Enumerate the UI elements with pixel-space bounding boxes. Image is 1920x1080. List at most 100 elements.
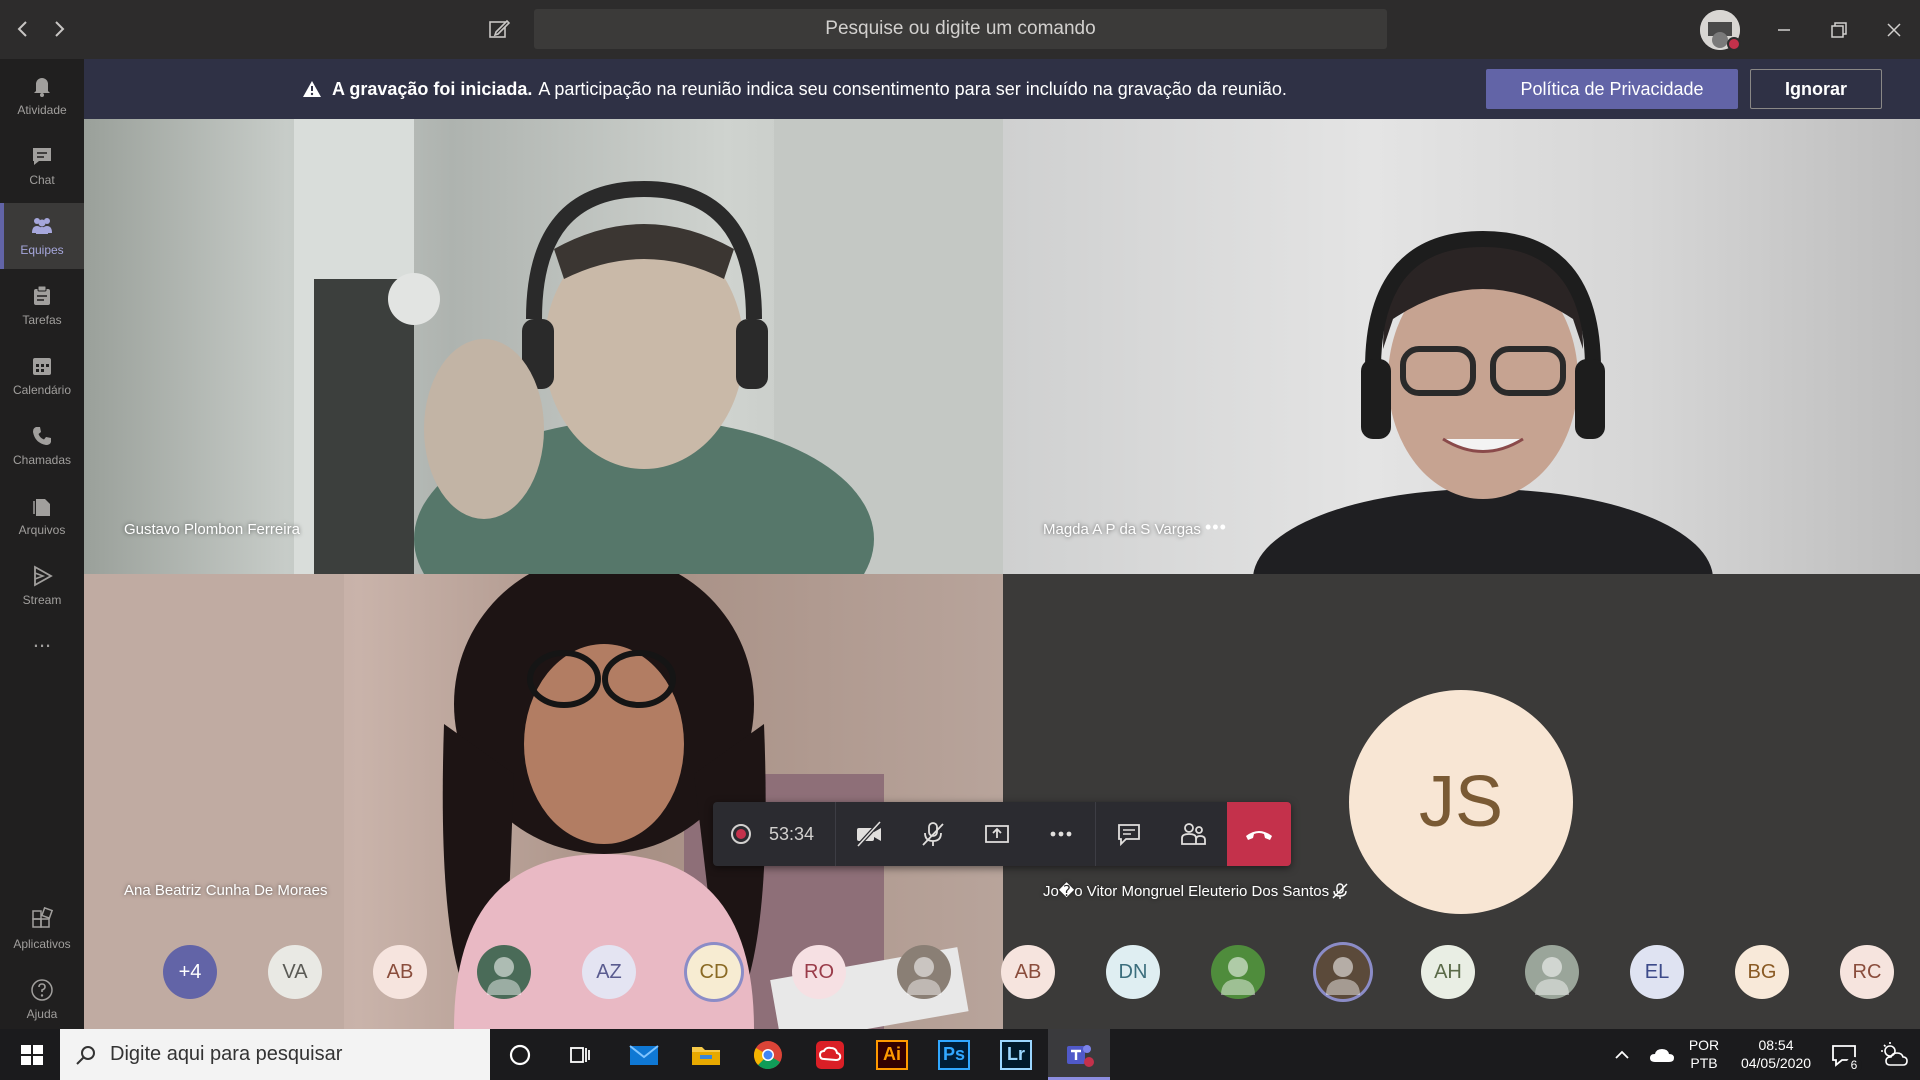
- start-button[interactable]: [14, 1037, 50, 1073]
- mic-toggle-button[interactable]: [901, 802, 965, 866]
- notification-center-button[interactable]: 6: [1826, 1037, 1862, 1073]
- input-language-button[interactable]: POR PTB: [1680, 1036, 1728, 1072]
- cloud-icon: [1650, 1049, 1674, 1062]
- chevron-right-icon: [55, 21, 65, 37]
- privacy-policy-button[interactable]: Política de Privacidade: [1486, 69, 1738, 109]
- onedrive-button[interactable]: [1644, 1037, 1680, 1073]
- banner-message: A gravação foi iniciada. A participação n…: [332, 59, 1287, 119]
- photoshop-button[interactable]: Ps: [936, 1037, 972, 1073]
- chrome-icon: [754, 1041, 782, 1070]
- rail-item-apps[interactable]: Aplicativos: [0, 897, 84, 963]
- show-conversation-button[interactable]: [1097, 802, 1161, 866]
- call-timer: 53:34: [769, 824, 815, 844]
- creative-cloud-button[interactable]: [812, 1037, 848, 1073]
- camera-toggle-button[interactable]: [837, 802, 901, 866]
- participant-avatar[interactable]: AB: [373, 945, 427, 999]
- windows-logo-icon: [21, 1045, 43, 1065]
- more-options-icon[interactable]: •••: [1205, 517, 1227, 538]
- hang-up-button[interactable]: [1227, 802, 1291, 866]
- participant-avatar[interactable]: EL: [1630, 945, 1684, 999]
- title-bar: Pesquise ou digite um comando: [0, 0, 1920, 59]
- cortana-button[interactable]: [502, 1037, 538, 1073]
- compose-icon: [489, 19, 511, 38]
- show-hidden-icons-button[interactable]: [1604, 1037, 1640, 1073]
- participant-avatar[interactable]: BG: [1735, 945, 1789, 999]
- teams-taskbar-button[interactable]: [1048, 1029, 1110, 1080]
- apps-icon: [32, 907, 54, 928]
- weather-button[interactable]: [1876, 1037, 1912, 1073]
- lightroom-button[interactable]: Lr: [998, 1037, 1034, 1073]
- rail-item-activity[interactable]: Atividade: [0, 63, 84, 129]
- rail-item-teams[interactable]: Equipes: [0, 203, 84, 269]
- banner-title: A gravação foi iniciada.: [332, 79, 533, 99]
- taskbar-search-input[interactable]: Digite aqui para pesquisar: [60, 1029, 490, 1080]
- show-participants-button[interactable]: [1161, 802, 1225, 866]
- participant-avatar[interactable]: AB: [1001, 945, 1055, 999]
- video-tile-magda[interactable]: Magda A P da S Vargas •••: [1003, 119, 1920, 574]
- share-screen-button[interactable]: [965, 802, 1029, 866]
- creative-cloud-icon: [816, 1041, 844, 1069]
- rail-label: Arquivos: [18, 523, 66, 537]
- participant-avatar[interactable]: AZ: [582, 945, 636, 999]
- rail-label: Aplicativos: [13, 937, 71, 951]
- rail-more-button[interactable]: ...: [0, 625, 84, 665]
- participant-video: [1253, 230, 1713, 574]
- rail-item-calendar[interactable]: Calendário: [0, 343, 84, 409]
- restore-button[interactable]: [1819, 10, 1859, 50]
- bell-icon: [34, 78, 50, 97]
- rail-item-help[interactable]: Ajuda: [0, 967, 84, 1033]
- recording-banner: A gravação foi iniciada. A participação n…: [84, 59, 1920, 119]
- video-tile-gustavo[interactable]: Gustavo Plombon Ferreira: [84, 119, 1003, 574]
- clock-time: 08:54: [1758, 1037, 1794, 1053]
- rail-item-chat[interactable]: Chat: [0, 133, 84, 199]
- rail-item-tasks[interactable]: Tarefas: [0, 273, 84, 339]
- close-icon: [1887, 23, 1901, 37]
- forward-button[interactable]: [44, 14, 74, 44]
- ignore-button[interactable]: Ignorar: [1750, 69, 1882, 109]
- back-button[interactable]: [8, 14, 38, 44]
- chrome-button[interactable]: [750, 1037, 786, 1073]
- close-button[interactable]: [1874, 10, 1914, 50]
- chat-icon: [33, 148, 51, 165]
- new-chat-button[interactable]: [484, 14, 514, 44]
- participant-initials-avatar: JS: [1349, 690, 1573, 914]
- participant-avatar[interactable]: CD: [687, 945, 741, 999]
- participant-avatar[interactable]: [477, 945, 531, 999]
- participant-avatar[interactable]: [1525, 945, 1579, 999]
- command-search-input[interactable]: Pesquise ou digite um comando: [534, 9, 1387, 49]
- participant-avatar[interactable]: DN: [1106, 945, 1160, 999]
- participant-avatar[interactable]: AH: [1421, 945, 1475, 999]
- mail-app-button[interactable]: [626, 1037, 662, 1073]
- tasks-icon: [34, 285, 50, 305]
- divider: [835, 802, 836, 866]
- clock[interactable]: 08:54 04/05/2020: [1734, 1036, 1818, 1072]
- rail-label: Calendário: [12, 383, 72, 397]
- minimize-icon: [1778, 29, 1790, 31]
- rail-item-stream[interactable]: Stream: [0, 553, 84, 619]
- cortana-icon: [509, 1044, 531, 1066]
- file-explorer-button[interactable]: [688, 1037, 724, 1073]
- restore-icon: [1831, 22, 1847, 38]
- search-icon: [76, 1046, 95, 1065]
- rail-item-files[interactable]: Arquivos: [0, 483, 84, 549]
- illustrator-button[interactable]: Ai: [874, 1037, 910, 1073]
- minimize-button[interactable]: [1764, 10, 1804, 50]
- share-screen-icon: [985, 825, 1009, 843]
- participant-avatar[interactable]: VA: [268, 945, 322, 999]
- participant-avatar[interactable]: [897, 945, 951, 999]
- rail-label: Chamadas: [12, 453, 72, 467]
- participant-avatar[interactable]: [1211, 945, 1265, 999]
- task-view-button[interactable]: [562, 1037, 598, 1073]
- participant-avatar[interactable]: +4: [163, 945, 217, 999]
- participant-avatar[interactable]: RO: [792, 945, 846, 999]
- more-horizontal-icon: [1050, 831, 1072, 837]
- rail-item-calls[interactable]: Chamadas: [0, 413, 84, 479]
- participants-icon: [1181, 823, 1206, 845]
- more-actions-button[interactable]: [1029, 802, 1093, 866]
- participant-name: Ana Beatriz Cunha De Moraes: [124, 882, 328, 899]
- banner-body: A participação na reunião indica seu con…: [538, 79, 1287, 99]
- participant-avatar[interactable]: [1316, 945, 1370, 999]
- weather-icon: [1881, 1042, 1908, 1066]
- participant-avatar[interactable]: RC: [1840, 945, 1894, 999]
- folder-icon: [692, 1047, 720, 1065]
